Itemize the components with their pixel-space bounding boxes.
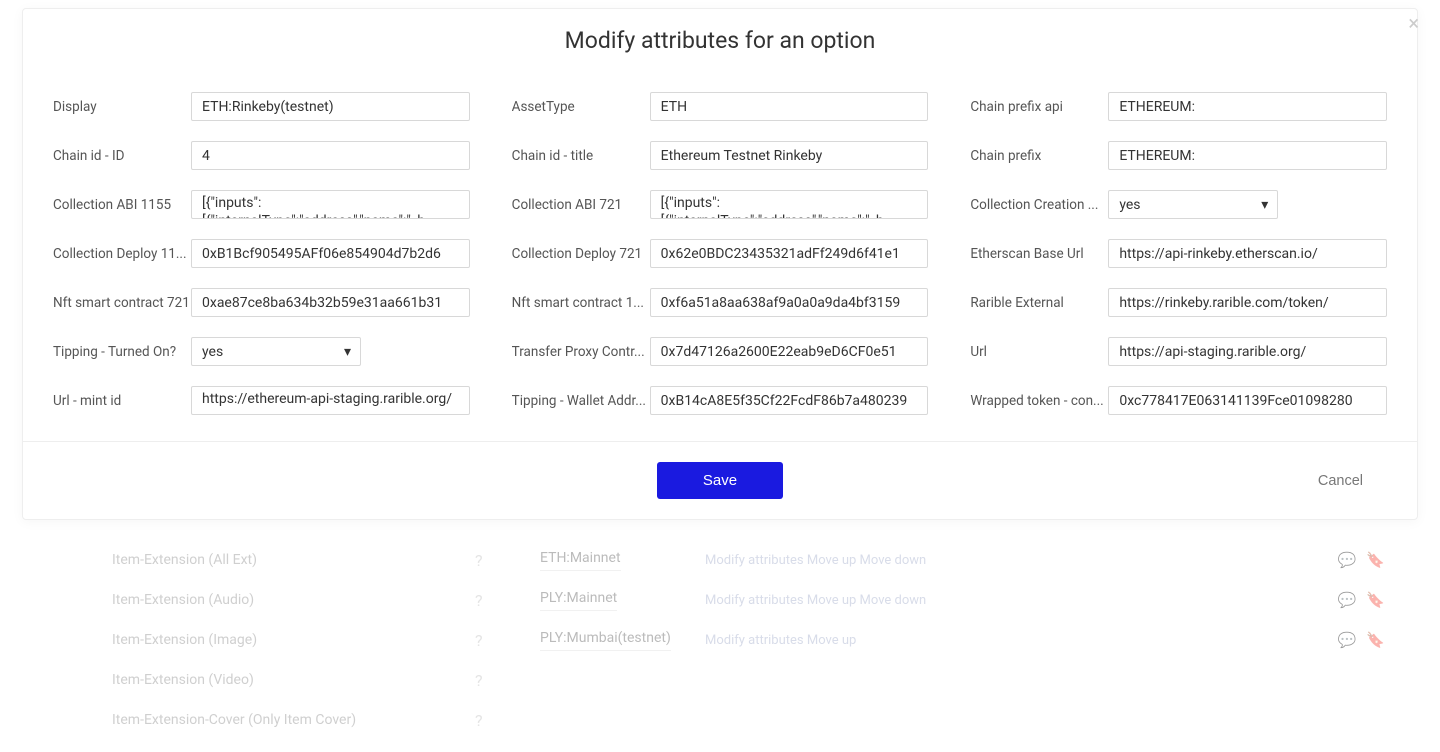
wrapped-token-label: Wrapped token - con... bbox=[970, 393, 1108, 409]
transfer-proxy-label: Transfer Proxy Contr... bbox=[512, 344, 650, 360]
chain-prefix-api-label: Chain prefix api bbox=[970, 99, 1108, 115]
chain-id-id-input[interactable] bbox=[191, 141, 470, 170]
display-input[interactable] bbox=[191, 92, 470, 121]
cancel-button[interactable]: Cancel bbox=[1318, 473, 1363, 489]
etherscan-input[interactable] bbox=[1108, 239, 1387, 268]
modal-title: Modify attributes for an option bbox=[23, 9, 1417, 64]
coll-abi-721-input[interactable]: [{"inputs":[{"internalType":"address","n… bbox=[650, 190, 929, 219]
chain-id-id-label: Chain id - ID bbox=[53, 148, 191, 164]
nft-1155-label: Nft smart contract 1... bbox=[512, 295, 650, 311]
url-label: Url bbox=[970, 344, 1108, 360]
coll-abi-721-label: Collection ABI 721 bbox=[512, 197, 650, 213]
etherscan-label: Etherscan Base Url bbox=[970, 246, 1108, 262]
coll-deploy-1155-input[interactable] bbox=[191, 239, 470, 268]
coll-deploy-721-input[interactable] bbox=[650, 239, 929, 268]
tipping-on-select[interactable] bbox=[191, 337, 361, 366]
wrapped-token-input[interactable] bbox=[1108, 386, 1387, 415]
transfer-proxy-input[interactable] bbox=[650, 337, 929, 366]
rarible-ext-input[interactable] bbox=[1108, 288, 1387, 317]
url-mint-label: Url - mint id bbox=[53, 393, 191, 409]
nft-721-input[interactable] bbox=[191, 288, 470, 317]
tipping-wallet-input[interactable] bbox=[650, 386, 929, 415]
coll-deploy-721-label: Collection Deploy 721 bbox=[512, 246, 650, 262]
chain-prefix-label: Chain prefix bbox=[970, 148, 1108, 164]
tipping-wallet-label: Tipping - Wallet Addr... bbox=[512, 393, 650, 409]
display-label: Display bbox=[53, 99, 191, 115]
modify-attributes-modal: × Modify attributes for an option Displa… bbox=[22, 8, 1418, 520]
coll-deploy-1155-label: Collection Deploy 11... bbox=[53, 246, 191, 262]
chain-prefix-input[interactable] bbox=[1108, 141, 1387, 170]
rarible-ext-label: Rarible External bbox=[970, 295, 1108, 311]
nft-1155-input[interactable] bbox=[650, 288, 929, 317]
coll-creation-select[interactable] bbox=[1108, 190, 1278, 219]
nft-721-label: Nft smart contract 721 bbox=[53, 295, 191, 311]
chain-id-title-input[interactable] bbox=[650, 141, 929, 170]
coll-abi-1155-input[interactable]: [{"inputs":[{"internalType":"address","n… bbox=[191, 190, 470, 219]
save-button[interactable]: Save bbox=[657, 462, 783, 499]
asset-type-input[interactable] bbox=[650, 92, 929, 121]
tipping-on-label: Tipping - Turned On? bbox=[53, 344, 191, 360]
asset-type-label: AssetType bbox=[512, 99, 650, 115]
chain-prefix-api-input[interactable] bbox=[1108, 92, 1387, 121]
chain-id-title-label: Chain id - title bbox=[512, 148, 650, 164]
url-mint-input[interactable]: https://ethereum-api-staging.rarible.org… bbox=[191, 386, 470, 415]
coll-creation-label: Collection Creation ... bbox=[970, 197, 1108, 213]
url-input[interactable] bbox=[1108, 337, 1387, 366]
coll-abi-1155-label: Collection ABI 1155 bbox=[53, 197, 191, 213]
close-icon[interactable]: × bbox=[1404, 7, 1423, 39]
